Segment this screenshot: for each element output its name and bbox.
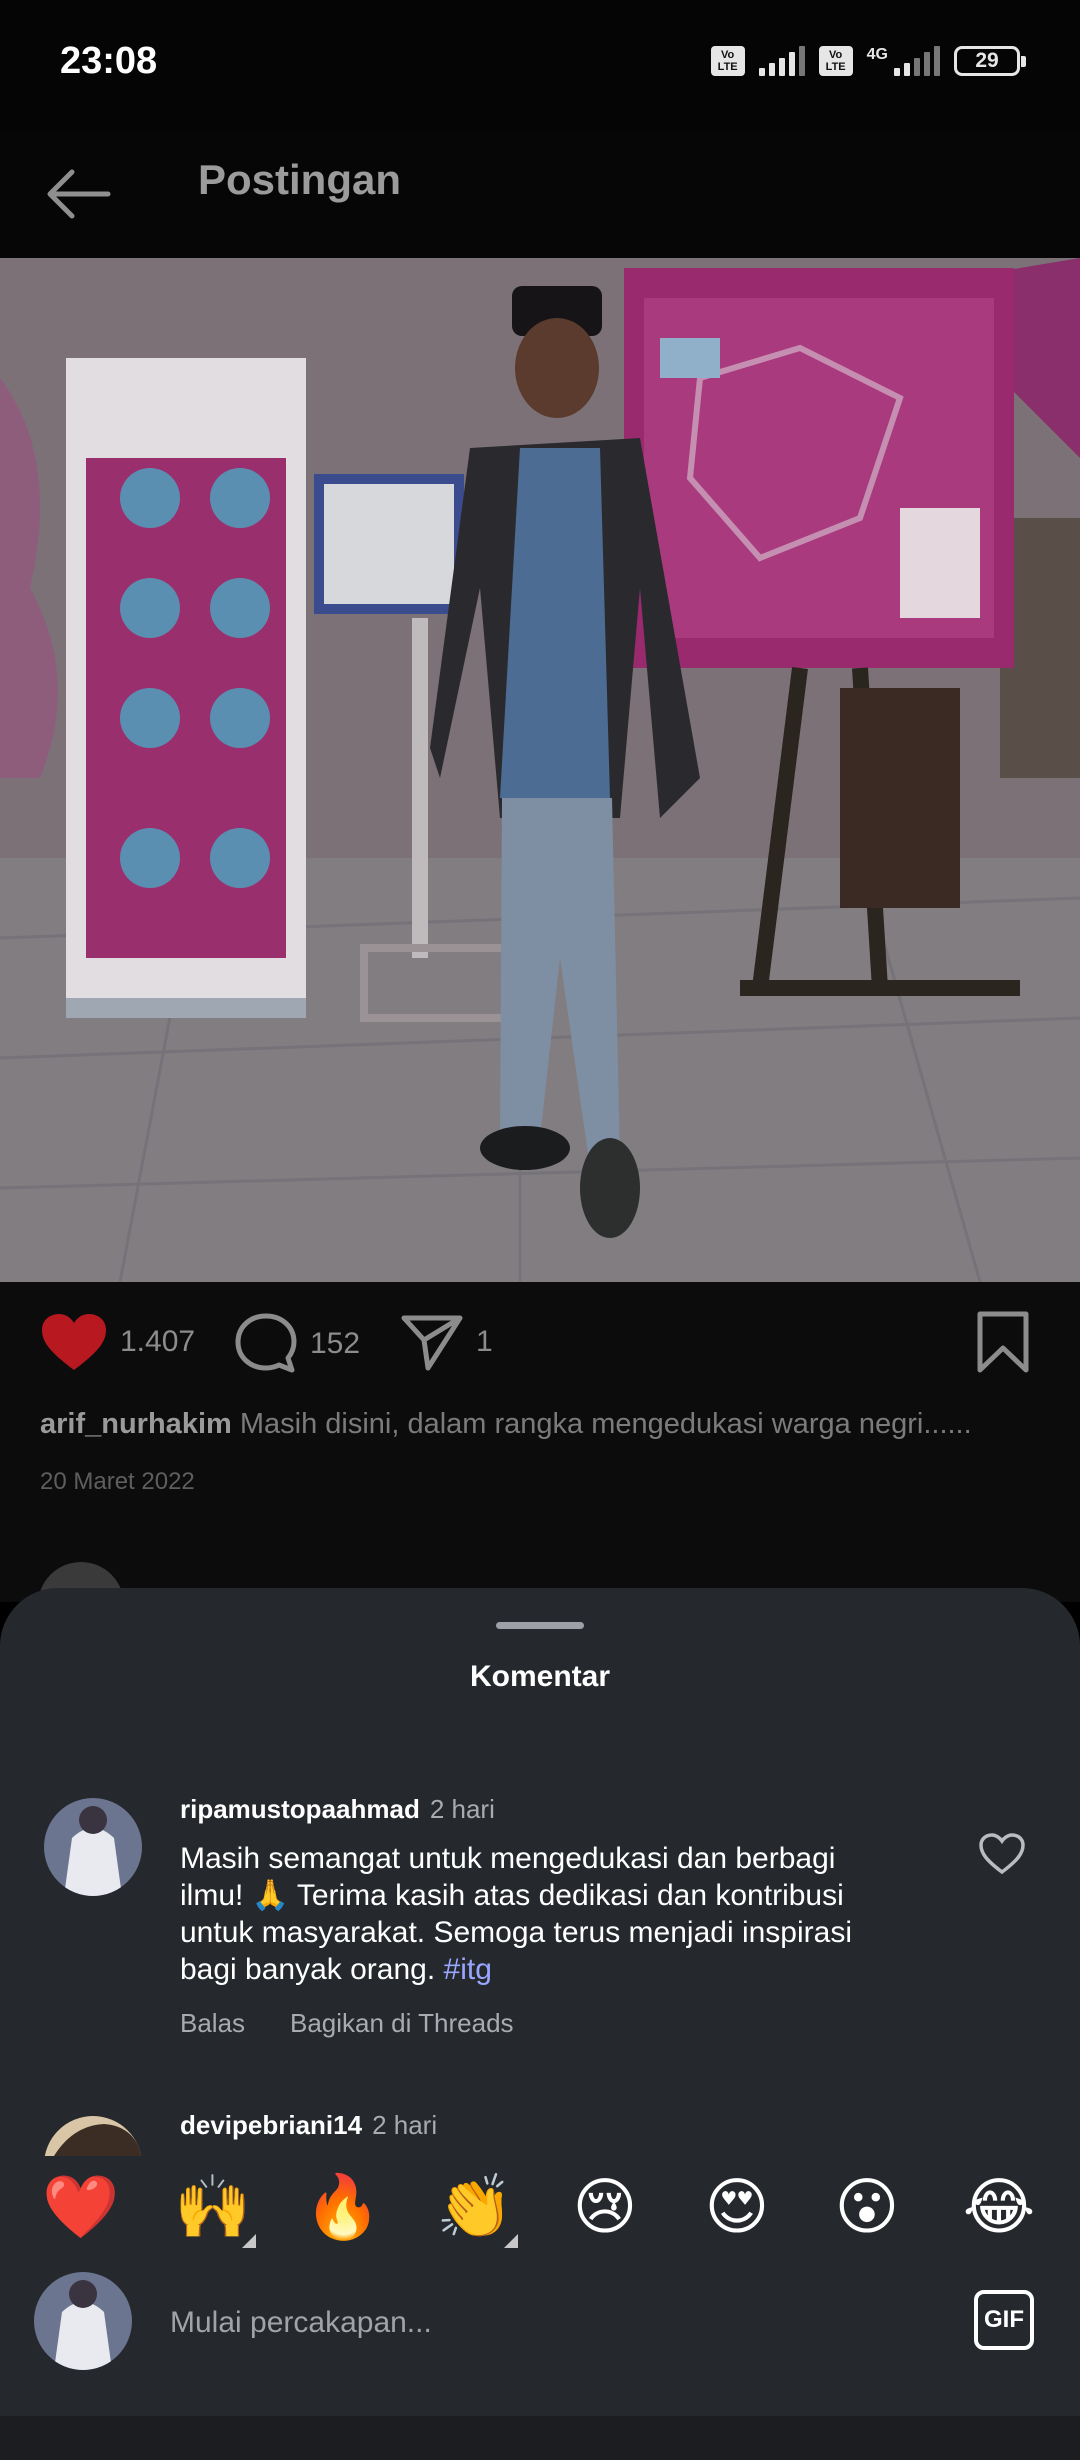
comment-body: Masih semangat untuk mengedukasi dan ber… <box>180 1842 852 1986</box>
hashtag-link[interactable]: #itg <box>444 1953 492 1986</box>
reaction-fire[interactable]: 🔥 <box>300 2170 386 2246</box>
status-time: 23:08 <box>60 40 158 82</box>
share-button[interactable]: 1 <box>400 1312 493 1372</box>
gif-button[interactable]: GIF <box>974 2290 1034 2350</box>
network-type-label: 4G <box>866 46 888 63</box>
comment-username[interactable]: ripamustopaahmad <box>180 1794 420 1824</box>
bookmark-icon <box>977 1311 1029 1373</box>
reaction-crying[interactable]: 😢 <box>562 2170 648 2246</box>
comments-sheet: Komentar ripamustopaahmad 2 hari Masih se… <box>0 1588 1080 2460</box>
post-image[interactable] <box>0 258 1080 1282</box>
comment-button[interactable]: 152 <box>234 1312 360 1376</box>
reaction-clapping[interactable]: 👏 <box>432 2170 518 2248</box>
signal-icon-2 <box>894 46 940 76</box>
comment-header: devipebriani14 2 hari <box>180 2110 437 2141</box>
signal-icon <box>758 46 805 76</box>
skin-tone-indicator-icon <box>242 2234 256 2248</box>
post-author[interactable]: arif_nurhakim <box>40 1408 232 1440</box>
arrow-left-icon <box>47 169 111 219</box>
battery-icon: 29 <box>954 46 1026 76</box>
navigation-bar <box>0 2416 1080 2460</box>
post-photo <box>0 258 1080 1282</box>
reply-button[interactable]: Balas <box>180 2008 245 2039</box>
caption-text: Masih disini, dalam rangka mengedukasi w… <box>239 1408 972 1440</box>
share-count: 1 <box>476 1325 493 1358</box>
page-title: Postingan <box>198 156 402 203</box>
status-bar: 23:08 Vo LTE Vo LTE 4G 29 <box>0 0 1080 130</box>
reaction-raising-hands[interactable]: 🙌 <box>170 2170 256 2248</box>
skin-tone-indicator-icon <box>504 2234 518 2248</box>
comment-time: 2 hari <box>372 2110 438 2140</box>
drag-handle[interactable] <box>496 1622 584 1629</box>
avatar <box>34 2272 132 2370</box>
status-icons: Vo LTE Vo LTE 4G 29 <box>710 46 1026 76</box>
app-header: Postingan <box>0 130 1080 258</box>
comment-like-button[interactable] <box>978 1832 1026 1876</box>
back-button[interactable] <box>40 154 120 234</box>
post-date: 20 Maret 2022 <box>40 1468 195 1495</box>
reaction-laughing[interactable]: 😂 <box>956 2170 1042 2246</box>
user-photo <box>34 2272 132 2370</box>
comment-text: Masih semangat untuk mengedukasi dan ber… <box>180 1840 900 1988</box>
comment-input[interactable] <box>170 2298 930 2348</box>
like-count: 1.407 <box>120 1325 196 1358</box>
raising-hands-emoji: 🙌 <box>174 2173 252 2242</box>
volte-icon-2: Vo LTE <box>818 46 853 76</box>
emoji-reaction-bar: ❤️ 🙌 🔥 👏 😢 😍 😮 😂 <box>0 2156 1080 2270</box>
reaction-heart[interactable]: ❤️ <box>38 2170 124 2246</box>
user-photo <box>44 1798 142 1896</box>
volte-icon: Vo LTE <box>710 46 745 76</box>
reaction-heart-eyes[interactable]: 😍 <box>694 2170 780 2246</box>
comment-header: ripamustopaahmad 2 hari <box>180 1794 495 1825</box>
post-caption: arif_nurhakim Masih disini, dalam rangka… <box>40 1408 1050 1441</box>
comment-username[interactable]: devipebriani14 <box>180 2110 362 2140</box>
paper-plane-icon <box>401 1315 463 1371</box>
reaction-surprised[interactable]: 😮 <box>824 2170 910 2246</box>
like-button[interactable]: 1.407 <box>40 1312 195 1372</box>
comment-count: 152 <box>310 1327 361 1360</box>
save-button[interactable] <box>974 1310 1032 1374</box>
heart-filled-icon <box>42 1314 106 1370</box>
share-to-threads-button[interactable]: Bagikan di Threads <box>290 2008 514 2039</box>
sheet-title: Komentar <box>469 1660 611 1693</box>
clapping-emoji: 👏 <box>436 2173 514 2242</box>
comment-bubble-icon <box>235 1313 297 1373</box>
comment-time: 2 hari <box>429 1794 495 1824</box>
post-info: 1.407 152 1 arif_nurhakim Masih disini, … <box>0 1282 1080 1648</box>
avatar[interactable] <box>44 1798 142 1896</box>
heart-outline-icon <box>979 1833 1025 1875</box>
